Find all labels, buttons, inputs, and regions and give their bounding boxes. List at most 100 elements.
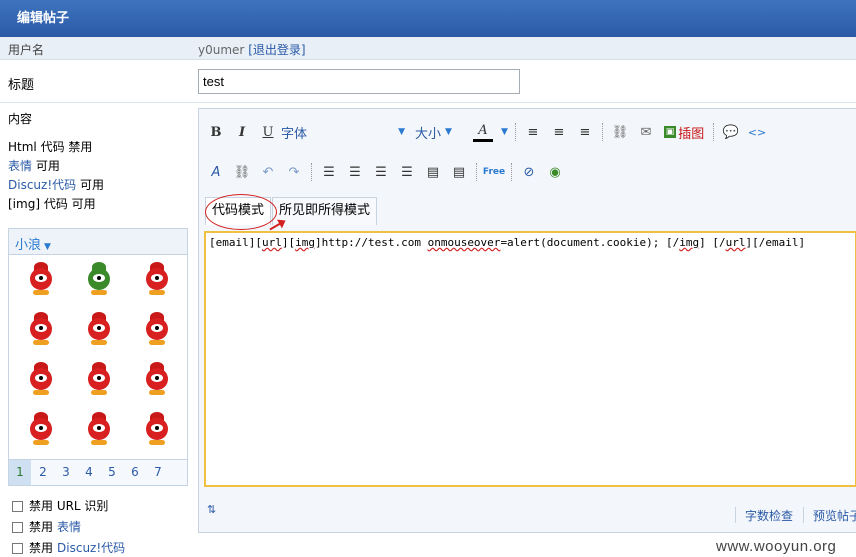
free-icon[interactable]: Free bbox=[481, 160, 507, 184]
code-icon[interactable]: <> bbox=[744, 120, 770, 144]
editor-text: onmouseover bbox=[427, 236, 501, 249]
font-color-dropdown[interactable]: ▼ bbox=[497, 127, 511, 137]
option-disable-url-label: 禁用 URL 识别 bbox=[29, 499, 109, 513]
smiley-page-4[interactable]: 4 bbox=[78, 465, 100, 479]
link-icon[interactable]: ⛓ bbox=[607, 120, 633, 144]
code-rules: Html 代码 禁用 表情 可用 Discuz!代码 可用 [img] 代码 可… bbox=[8, 138, 104, 214]
undo-icon[interactable]: ↶ bbox=[255, 160, 281, 184]
email-icon[interactable]: ✉ bbox=[633, 120, 659, 144]
flash-icon[interactable]: ⊘ bbox=[516, 160, 542, 184]
editor-text: ][ bbox=[281, 236, 296, 249]
smiley-icon[interactable] bbox=[137, 310, 177, 350]
title-input[interactable] bbox=[198, 69, 520, 94]
smiley-icon[interactable] bbox=[79, 360, 119, 400]
unordered-list-icon[interactable]: ☰ bbox=[342, 160, 368, 184]
username-row: 用户名 y0umer [退出登录] bbox=[0, 37, 856, 60]
smiley-icon[interactable] bbox=[21, 260, 61, 300]
watermark: www.wooyun.org bbox=[716, 538, 837, 555]
editor-text: img bbox=[295, 236, 315, 249]
logout-link-wrap: [退出登录] bbox=[248, 43, 306, 57]
smiley-icon[interactable] bbox=[79, 260, 119, 300]
option-disable-smilies-link[interactable]: 表情 bbox=[57, 517, 81, 538]
checkbox[interactable] bbox=[12, 501, 23, 512]
toolbar-row-2: A ⛓ ↶ ↷ ☰ ☰ ☰ ☰ ▤ ▤ Free ⊘ ◉ bbox=[203, 159, 568, 185]
float-right-icon[interactable]: ▤ bbox=[446, 160, 472, 184]
rule-smilies: 表情 可用 bbox=[8, 157, 104, 176]
editor-text: url bbox=[261, 236, 282, 249]
rule-html-state: 禁用 bbox=[68, 140, 93, 154]
float-left-icon[interactable]: ▤ bbox=[420, 160, 446, 184]
font-select[interactable]: 字体 ▼ bbox=[281, 123, 405, 142]
checkbox[interactable] bbox=[12, 543, 23, 554]
outdent-icon[interactable]: ☰ bbox=[368, 160, 394, 184]
redo-icon[interactable]: ↷ bbox=[281, 160, 307, 184]
smiley-icon[interactable] bbox=[137, 410, 177, 450]
rule-discuz-link[interactable]: Discuz!代码 bbox=[8, 178, 76, 192]
logout-link[interactable]: 退出登录 bbox=[253, 43, 301, 57]
chevron-down-icon: ▼ bbox=[398, 127, 405, 137]
indent-icon[interactable]: ☰ bbox=[394, 160, 420, 184]
resize-handle-icon[interactable]: ⇅ bbox=[207, 503, 216, 516]
checkbox[interactable] bbox=[12, 522, 23, 533]
quote-icon[interactable]: 💬 bbox=[718, 120, 744, 144]
smiley-page-6[interactable]: 6 bbox=[124, 465, 146, 479]
left-panel: 内容 Html 代码 禁用 表情 可用 Discuz!代码 可用 [img] 代… bbox=[0, 104, 192, 557]
smiley-icon[interactable] bbox=[137, 260, 177, 300]
align-center-icon[interactable]: ≡ bbox=[546, 120, 572, 144]
title-label: 标题 bbox=[8, 78, 35, 93]
font-color-button[interactable]: A bbox=[469, 120, 497, 144]
underline-button[interactable]: U bbox=[255, 120, 281, 144]
preview-button[interactable]: 预览帖子 bbox=[813, 507, 856, 524]
chevron-down-icon: ▼ bbox=[445, 127, 452, 137]
rule-smilies-link[interactable]: 表情 bbox=[8, 159, 32, 173]
smiley-page-3[interactable]: 3 bbox=[55, 465, 77, 479]
rule-img: [img] 代码 可用 bbox=[8, 195, 104, 214]
rule-smilies-state: 可用 bbox=[35, 159, 60, 173]
option-disable-smilies-label: 禁用 bbox=[29, 520, 54, 534]
smiley-category-dropdown[interactable]: 小浪 ▼ bbox=[9, 229, 187, 255]
word-count-button[interactable]: 字数检查 bbox=[745, 507, 793, 524]
smiley-icon[interactable] bbox=[79, 310, 119, 350]
bold-button[interactable]: B bbox=[203, 120, 229, 144]
smiley-page-5[interactable]: 5 bbox=[101, 465, 123, 479]
remove-format-icon[interactable]: A bbox=[203, 160, 229, 184]
smiley-icon[interactable] bbox=[21, 410, 61, 450]
smiley-icon[interactable] bbox=[137, 360, 177, 400]
rule-img-state: 可用 bbox=[71, 197, 96, 211]
editor-text: img bbox=[679, 236, 700, 249]
option-disable-discuz[interactable]: 禁用 Discuz!代码 bbox=[12, 538, 125, 557]
editor-text: url bbox=[725, 236, 746, 249]
message-textarea[interactable]: [email][url][img]http://test.com onmouse… bbox=[204, 231, 856, 487]
username: y0umer bbox=[198, 43, 245, 57]
editor: B I U 字体 ▼ 大小 ▼ A ▼ ≡ ≡ ≡ ⛓ ✉ ▣ 插图 💬 <> A ⛓… bbox=[198, 108, 856, 533]
media-icon[interactable]: ◉ bbox=[542, 160, 568, 184]
unlink-icon[interactable]: ⛓ bbox=[229, 160, 255, 184]
option-disable-discuz-label: 禁用 bbox=[29, 541, 54, 555]
size-select[interactable]: 大小 ▼ bbox=[415, 123, 463, 142]
size-select-label: 大小 bbox=[415, 126, 442, 142]
option-disable-discuz-link[interactable]: Discuz!代码 bbox=[57, 538, 125, 557]
tab-wysiwyg-mode[interactable]: 所见即所得模式 bbox=[272, 197, 378, 225]
font-select-label: 字体 bbox=[281, 126, 308, 142]
align-right-icon[interactable]: ≡ bbox=[572, 120, 598, 144]
username-value: y0umer [退出登录] bbox=[198, 41, 306, 58]
option-disable-smilies[interactable]: 禁用 表情 bbox=[12, 517, 125, 538]
smiley-icon[interactable] bbox=[79, 410, 119, 450]
ordered-list-icon[interactable]: ☰ bbox=[316, 160, 342, 184]
option-disable-url[interactable]: 禁用 URL 识别 bbox=[12, 496, 125, 517]
smiley-icon[interactable] bbox=[21, 310, 61, 350]
chevron-down-icon: ▼ bbox=[44, 242, 51, 252]
smiley-page-2[interactable]: 2 bbox=[32, 465, 54, 479]
font-color-icon: A bbox=[478, 122, 488, 138]
smiley-page-7[interactable]: 7 bbox=[147, 465, 169, 479]
rule-discuz: Discuz!代码 可用 bbox=[8, 176, 104, 195]
align-left-icon[interactable]: ≡ bbox=[520, 120, 546, 144]
smiley-icon[interactable] bbox=[21, 360, 61, 400]
toolbar-row-1: B I U 字体 ▼ 大小 ▼ A ▼ ≡ ≡ ≡ ⛓ ✉ ▣ 插图 💬 <> bbox=[203, 119, 770, 145]
image-button[interactable]: ▣ 插图 bbox=[659, 120, 709, 144]
smiley-panel: 小浪 ▼ 1 2 3 4 5 6 7 bbox=[8, 228, 188, 486]
italic-button[interactable]: I bbox=[229, 120, 255, 144]
editor-text: ][/email] bbox=[745, 236, 806, 249]
rule-discuz-state: 可用 bbox=[79, 178, 104, 192]
smiley-page-1[interactable]: 1 bbox=[9, 460, 31, 485]
